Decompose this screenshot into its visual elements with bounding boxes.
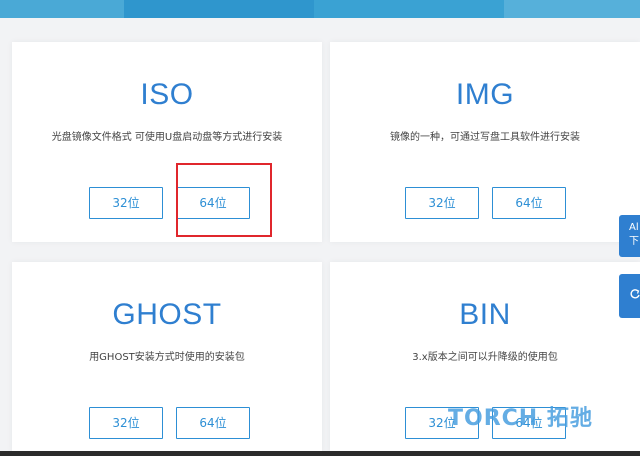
card-description: 用GHOST安装方式时使用的安装包 [89, 352, 245, 363]
download-32bit-button[interactable]: 32位 [405, 187, 479, 219]
banner-segment [124, 0, 314, 18]
card-description: 光盘镜像文件格式 可使用U盘启动盘等方式进行安装 [51, 132, 283, 143]
bottom-bar [0, 451, 640, 456]
download-64bit-button[interactable]: 64位 [492, 187, 566, 219]
side-float-tab-refresh[interactable] [619, 274, 640, 318]
card-title: BIN [459, 298, 511, 331]
download-64bit-button[interactable]: 64位 [176, 187, 250, 219]
refresh-icon [630, 289, 640, 299]
torch-watermark: TORCH 拓驰 [448, 406, 593, 431]
side-float-tab[interactable]: Al 下 [619, 215, 640, 257]
download-card-ghost: GHOST 用GHOST安装方式时使用的安装包 32位 64位 [12, 262, 322, 452]
banner-segment [0, 0, 124, 18]
top-banner [0, 0, 640, 18]
card-title: IMG [455, 78, 515, 111]
download-32bit-button[interactable]: 32位 [89, 407, 163, 439]
banner-segment [504, 0, 640, 18]
download-32bit-button[interactable]: 32位 [89, 187, 163, 219]
download-card-img: IMG 镜像的一种，可通过写盘工具软件进行安装 32位 64位 [330, 42, 640, 242]
side-tab-line-1: Al [629, 222, 639, 233]
card-title: ISO [140, 78, 194, 111]
card-description: 3.x版本之间可以升降级的使用包 [412, 352, 558, 363]
card-description: 镜像的一种，可通过写盘工具软件进行安装 [390, 132, 580, 143]
download-64bit-button[interactable]: 64位 [176, 407, 250, 439]
card-title: GHOST [112, 298, 222, 331]
side-tab-line-2: 下 [629, 236, 639, 247]
download-card-iso: ISO 光盘镜像文件格式 可使用U盘启动盘等方式进行安装 32位 64位 [12, 42, 322, 242]
banner-segment [314, 0, 504, 18]
